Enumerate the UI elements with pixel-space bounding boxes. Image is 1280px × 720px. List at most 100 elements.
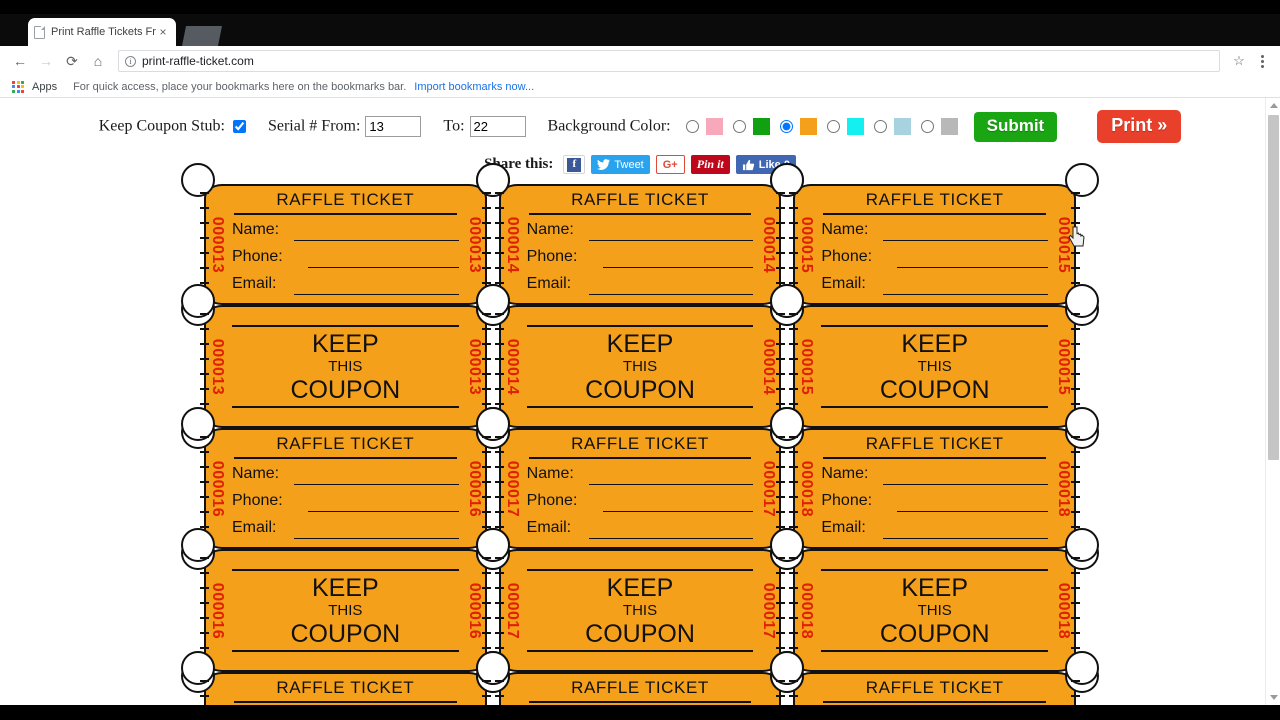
home-icon[interactable]: ⌂ — [86, 49, 110, 73]
serial-rail-right: 000013 — [461, 184, 487, 305]
ticket-content: RAFFLE TICKETName:Phone:Email: — [232, 674, 459, 705]
close-icon[interactable]: × — [156, 26, 170, 38]
stub-coupon-label: COUPON — [585, 619, 695, 648]
page-viewport: Keep Coupon Stub: Serial # From: To: Bac… — [0, 98, 1280, 705]
address-bar[interactable]: i print-raffle-ticket.com — [118, 50, 1220, 72]
twitter-bird-icon — [597, 159, 611, 170]
ticket-content: RAFFLE TICKETName:Phone:Email: — [232, 430, 459, 547]
serial-number: 000015 — [1055, 216, 1073, 273]
color-radio-cyan[interactable] — [826, 120, 840, 133]
color-radio-pink[interactable] — [685, 120, 699, 133]
ticket-field-name: Name: — [527, 465, 754, 486]
page-icon — [34, 25, 45, 39]
pinit-label: Pin it — [696, 157, 724, 171]
scroll-thumb[interactable] — [1268, 115, 1279, 460]
ticket-content: RAFFLE TICKETName:Phone:Email: — [527, 430, 754, 547]
ticket-field-email: Email: — [232, 275, 459, 296]
new-tab-button[interactable] — [182, 26, 222, 46]
stub-keep-label: KEEP — [311, 330, 379, 359]
facebook-share-button[interactable]: f — [563, 155, 586, 174]
keep-coupon-stub-checkbox[interactable] — [232, 120, 246, 133]
ticket-field-phone: Phone: — [821, 492, 1049, 513]
ticket-field-phone: Phone: — [821, 248, 1049, 269]
serial-number: 000015 — [1055, 338, 1073, 395]
ticket-field-email: Email: — [821, 275, 1049, 296]
serial-from-input[interactable] — [365, 116, 422, 137]
serial-rail-left: 000021 — [793, 672, 819, 705]
ticket-field-email: Email: — [821, 519, 1049, 540]
color-radio-gray[interactable] — [920, 120, 934, 133]
page-scrollbar[interactable] — [1265, 98, 1280, 705]
twitter-tweet-button[interactable]: Tweet — [591, 155, 650, 174]
ticket-field-email: Email: — [527, 275, 754, 296]
stub-coupon-label: COUPON — [290, 619, 401, 648]
letterbox-bottom — [0, 705, 1280, 720]
color-radio-lightblue[interactable] — [873, 120, 887, 133]
color-swatch-lightblue[interactable] — [893, 118, 911, 135]
forward-icon[interactable]: → — [34, 49, 58, 73]
screen: Print Raffle Tickets Free × ← → ⟳ ⌂ i pr… — [0, 0, 1280, 720]
serial-number: 000018 — [1055, 460, 1073, 517]
site-info-icon[interactable]: i — [125, 55, 136, 67]
ticket-field-name: Name: — [232, 465, 459, 486]
thumbs-up-icon — [742, 159, 754, 170]
color-radio-green[interactable] — [732, 120, 746, 133]
bookmark-star-icon[interactable]: ☆ — [1228, 50, 1250, 72]
serial-rail-right: 000016 — [461, 428, 487, 549]
ticket-field-phone: Phone: — [527, 492, 754, 513]
stub-keep-label: KEEP — [901, 574, 969, 603]
ticket-divider — [234, 701, 457, 703]
submit-button[interactable]: Submit — [973, 111, 1058, 142]
apps-label[interactable]: Apps — [32, 81, 57, 93]
serial-rail-left: 000016 — [204, 428, 230, 549]
ticket-field-name: Name: — [821, 221, 1049, 242]
raffle-ticket: 000017 000017 RAFFLE TICKET Name: Phone: Emai… — [475, 407, 805, 570]
stub-coupon-label: COUPON — [879, 619, 990, 648]
serial-rail-right: 000013 — [461, 305, 487, 428]
color-radio-orange[interactable] — [779, 120, 793, 133]
stub-this-label: THIS — [622, 602, 658, 620]
pinterest-pin-button[interactable]: Pin it — [690, 155, 730, 174]
scroll-up-arrow-icon[interactable] — [1266, 98, 1280, 113]
serial-rail-left: 000020 — [499, 672, 525, 705]
color-swatch-cyan[interactable] — [846, 118, 864, 135]
raffle-ticket: 000014 000014 RAFFLE TICKET Name: Phone: Emai… — [475, 163, 805, 326]
scroll-down-arrow-icon[interactable] — [1266, 690, 1280, 705]
coupon-stub: 000017 000017 KEEP THIS COUPON — [475, 528, 805, 693]
stub-keep-label: KEEP — [606, 574, 674, 603]
color-swatch-pink[interactable] — [705, 118, 723, 135]
serial-rail-right: 000014 — [755, 184, 781, 305]
back-icon[interactable]: ← — [8, 49, 32, 73]
serial-to-input[interactable] — [469, 116, 526, 137]
serial-number: 000013 — [465, 338, 483, 395]
three-dot-menu-icon[interactable] — [1252, 50, 1272, 72]
raffle-ticket: 000013 000013 RAFFLE TICKET Name: Phone: Emai… — [181, 163, 510, 326]
serial-rail-right: 000014 — [755, 305, 781, 428]
coupon-stub: 000014 000014 KEEP THIS COUPON — [475, 284, 805, 449]
stub-this-label: THIS — [328, 602, 363, 620]
keep-coupon-stub-label: Keep Coupon Stub: — [98, 117, 225, 135]
ticket-field-name: Name: — [821, 465, 1049, 486]
import-bookmarks-link[interactable]: Import bookmarks now... — [414, 81, 534, 93]
serial-rail-left: 000017 — [499, 428, 525, 549]
serial-rail-right: 000015 — [1050, 184, 1076, 305]
serial-number: 000017 — [760, 582, 778, 639]
stub-this-label: THIS — [917, 358, 952, 376]
browser-tab[interactable]: Print Raffle Tickets Free × — [28, 18, 176, 46]
color-swatch-green[interactable] — [752, 118, 770, 135]
color-swatch-orange[interactable] — [799, 118, 817, 135]
print-button[interactable]: Print » — [1097, 110, 1182, 143]
googleplus-label: G+ — [662, 158, 678, 171]
stub-divider-bottom — [526, 405, 754, 409]
serial-number: 000017 — [503, 460, 521, 517]
ticket-options-toolbar: Keep Coupon Stub: Serial # From: To: Bac… — [0, 98, 1280, 149]
apps-grid-icon[interactable] — [12, 80, 24, 93]
color-swatch-gray[interactable] — [940, 118, 958, 135]
serial-number: 000015 — [798, 338, 816, 395]
googleplus-share-button[interactable]: G+ — [655, 155, 685, 174]
serial-number: 000018 — [1055, 582, 1073, 639]
serial-rail-right: 000018 — [1050, 428, 1076, 549]
serial-number: 000017 — [760, 460, 778, 517]
ticket-divider — [234, 213, 457, 215]
reload-icon[interactable]: ⟳ — [60, 49, 84, 73]
